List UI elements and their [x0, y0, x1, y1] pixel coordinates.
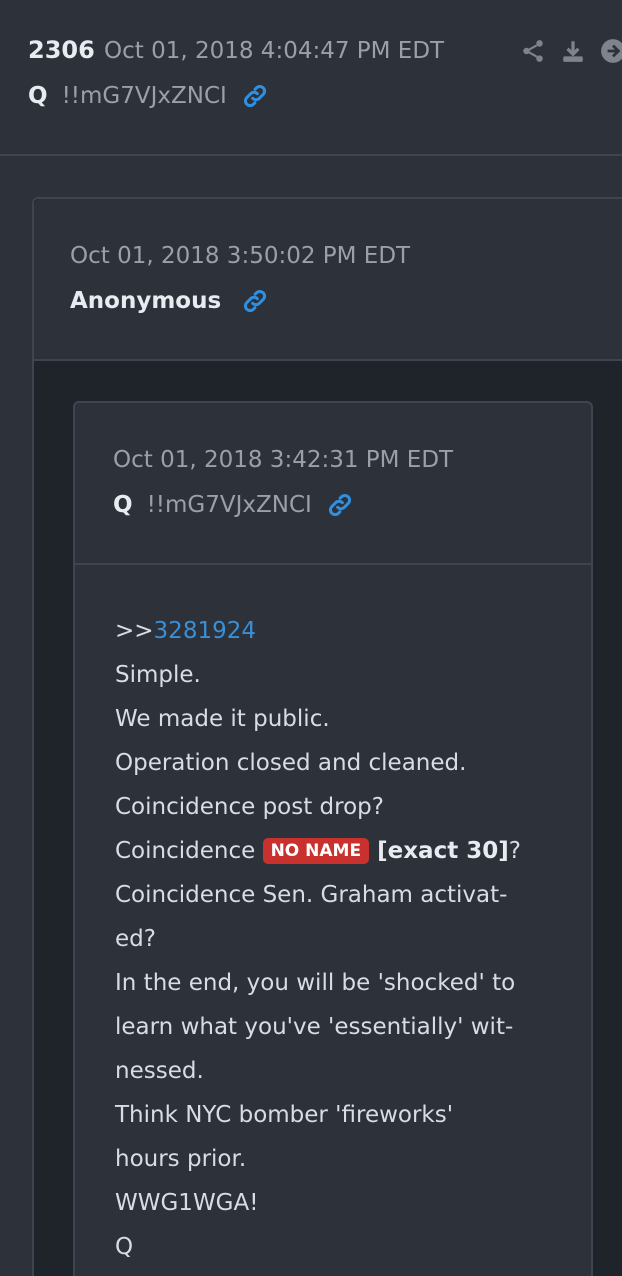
- quoted-post-date: Oct 01, 2018 3:50:02 PM EDT: [70, 243, 411, 269]
- post-tripcode: !!mG7VJxZNCI: [61, 83, 227, 109]
- body-line: hours prior.: [115, 1146, 247, 1172]
- post-author: Q: [28, 83, 48, 109]
- post-date: Oct 01, 2018 4:04:47 PM EDT: [104, 38, 445, 64]
- badge-line-before: Coincidence: [115, 838, 263, 864]
- post-view: 2306 Oct 01, 2018 4:04:47 PM EDT Q !!mG7…: [0, 0, 622, 1276]
- download-icon[interactable]: [560, 38, 586, 64]
- reply-prefix: >>: [115, 618, 154, 644]
- body-line: Operation closed and cleaned.: [115, 750, 467, 776]
- quoted-post-author-row: Q !!mG7VJxZNCI: [113, 491, 354, 519]
- body-line: We made it public.: [115, 706, 330, 732]
- badge-line-bold: [exact 30]: [369, 838, 509, 864]
- body-line: In the end, you will be 'shocked' to: [115, 970, 516, 996]
- quoted-post-inner: Oct 01, 2018 3:42:31 PM EDT Q !!mG7VJxZN…: [73, 401, 593, 1276]
- quoted-post-outer-header: Oct 01, 2018 3:50:02 PM EDT Anonymous: [34, 199, 622, 361]
- post-body: >>3281924 Simple. We made it public. Ope…: [115, 609, 555, 1269]
- no-name-badge: NO NAME: [262, 838, 370, 864]
- body-line: Simple.: [115, 662, 201, 688]
- badge-line-after: ?: [508, 838, 521, 864]
- reply-line: >>3281924: [115, 609, 555, 653]
- body-line: Think NYC bomber 'fireworks': [115, 1102, 454, 1128]
- post-author-row: Q !!mG7VJxZNCI: [28, 82, 269, 110]
- quoted-post-date: Oct 01, 2018 3:42:31 PM EDT: [113, 447, 454, 473]
- next-icon[interactable]: [600, 38, 622, 64]
- link-icon[interactable]: [241, 287, 269, 315]
- reply-link[interactable]: 3281924: [154, 618, 256, 644]
- post-actions: [520, 38, 622, 64]
- post-header: 2306 Oct 01, 2018 4:04:47 PM EDT Q !!mG7…: [0, 0, 622, 156]
- quoted-post-author: Anonymous: [70, 288, 222, 314]
- quoted-post-inner-header: Oct 01, 2018 3:42:31 PM EDT Q !!mG7VJxZN…: [75, 403, 591, 565]
- share-icon[interactable]: [520, 38, 546, 64]
- body-line-with-badge: Coincidence NO NAME [exact 30]?: [115, 829, 555, 873]
- link-icon[interactable]: [326, 491, 354, 519]
- body-line: learn what you've 'essentially' wit-: [115, 1014, 514, 1040]
- quoted-post-author: Q: [113, 492, 133, 518]
- link-icon[interactable]: [241, 82, 269, 110]
- body-line: Q: [115, 1234, 134, 1260]
- body-line: ed?: [115, 926, 156, 952]
- body-line: nessed.: [115, 1058, 204, 1084]
- quoted-post-author-row: Anonymous: [70, 287, 269, 315]
- body-line: WWG1WGA!: [115, 1190, 259, 1216]
- body-line: Coincidence post drop?: [115, 794, 384, 820]
- quoted-post-tripcode: !!mG7VJxZNCI: [146, 492, 312, 518]
- body-line: Coincidence Sen. Graham activat-: [115, 882, 508, 908]
- post-number: 2306: [28, 36, 95, 64]
